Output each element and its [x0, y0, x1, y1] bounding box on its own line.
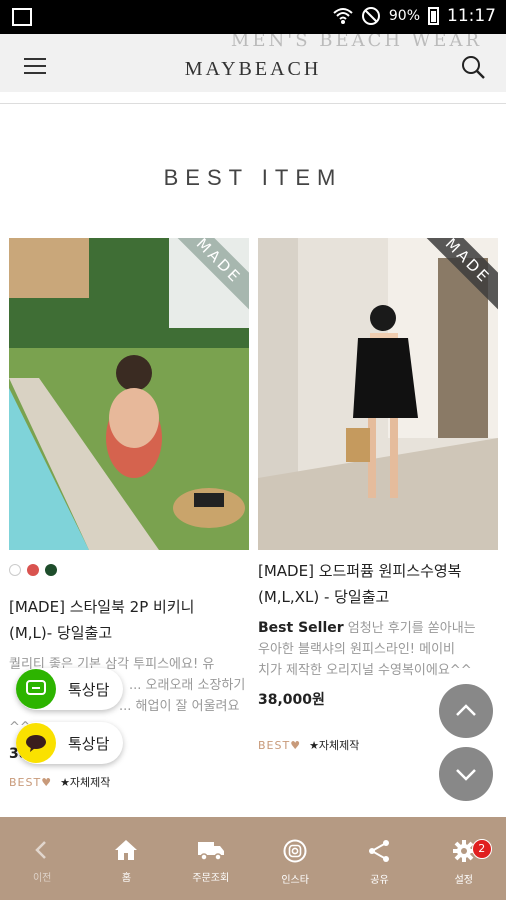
share-icon — [369, 840, 390, 862]
scroll-up-button[interactable] — [439, 684, 493, 738]
nav-share[interactable]: 공유 — [337, 817, 421, 900]
section-title: BEST ITEM — [163, 165, 343, 190]
product-image[interactable]: MADE — [9, 238, 249, 550]
kakao-talk-button[interactable]: 톡상담 — [16, 722, 124, 764]
chat-label: 톡상담 — [68, 734, 110, 753]
nav-instagram[interactable]: 인스타 — [253, 817, 337, 900]
best-tag: BEST♥ — [258, 738, 302, 752]
battery-icon — [428, 7, 439, 25]
product-image[interactable]: MADE — [258, 238, 498, 550]
best-seller-label: Best Seller — [258, 620, 344, 636]
color-swatch-white[interactable] — [9, 564, 21, 576]
nav-home[interactable]: 홈 — [84, 817, 168, 900]
naver-talk-button[interactable]: 톡상담 — [16, 668, 124, 710]
nav-settings[interactable]: 2 설정 — [422, 817, 506, 900]
naver-talk-icon — [16, 669, 56, 709]
notification-badge: 2 — [471, 839, 492, 859]
chevron-down-icon — [456, 769, 476, 781]
chat-label: 톡상담 — [68, 680, 110, 699]
home-icon — [115, 840, 138, 860]
clock: 11:17 — [447, 6, 496, 26]
battery-percent: 90% — [388, 8, 420, 24]
chevron-up-icon — [456, 704, 476, 716]
product-tags: BEST♥ ★자체제작 — [9, 774, 249, 790]
search-icon[interactable] — [460, 54, 486, 80]
app-header: MEN'S BEACH WEAR MAYBEACH — [0, 34, 506, 92]
made-tag: ★자체제작 — [309, 739, 360, 752]
scroll-down-button[interactable] — [439, 747, 493, 801]
chevron-left-icon — [35, 841, 47, 859]
bottom-nav: 이전 홈 주문조회 인스타 공유 2 설정 — [0, 817, 506, 900]
color-swatches — [9, 564, 249, 578]
header-background-text: MEN'S BEACH WEAR — [230, 34, 482, 51]
instagram-icon — [283, 839, 307, 863]
site-logo[interactable]: MAYBEACH — [0, 58, 506, 81]
nav-back[interactable]: 이전 — [0, 817, 84, 900]
wifi-icon — [333, 8, 353, 24]
product-name[interactable]: [MADE] 스타일북 2P 비키니 (M,L)- 당일출고 — [9, 594, 249, 646]
color-swatch-green[interactable] — [45, 564, 57, 576]
status-bar: 90% 11:17 — [0, 0, 506, 34]
best-tag: BEST♥ — [9, 775, 53, 789]
do-not-disturb-icon — [361, 7, 380, 25]
nav-order-lookup[interactable]: 주문조회 — [169, 817, 253, 900]
product-name[interactable]: [MADE] 오드퍼퓸 원피스수영복 (M,L,XL) - 당일출고 — [258, 558, 498, 610]
header-divider — [0, 103, 506, 104]
gallery-icon — [12, 8, 32, 26]
kakao-talk-icon — [16, 723, 56, 763]
product-description: Best Seller 엄청난 후기를 쏟아내는 우아한 블랙샤의 원피스라인!… — [258, 620, 476, 678]
truck-icon — [197, 842, 224, 861]
made-tag: ★자체제작 — [60, 776, 111, 789]
color-swatch-red[interactable] — [27, 564, 39, 576]
product-card[interactable]: MADE [MADE] 오드퍼퓸 원피스수영복 (M,L,XL) - 당일출고 … — [258, 238, 498, 753]
